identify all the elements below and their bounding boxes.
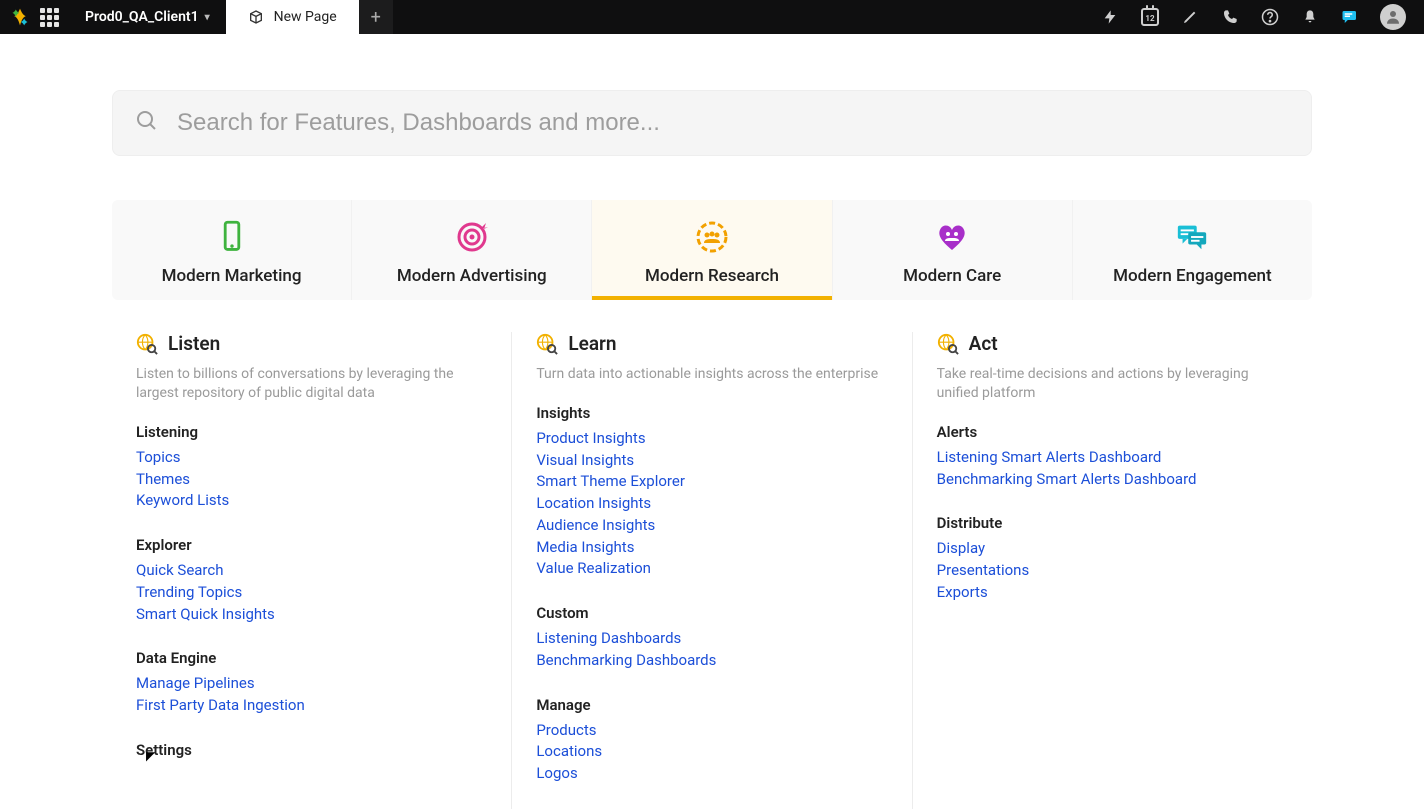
category-label: Modern Care: [903, 266, 1001, 286]
column-desc: Take real-time decisions and actions by …: [937, 365, 1292, 403]
tab-strip: New Page +: [226, 0, 393, 34]
link-exports[interactable]: Exports: [937, 582, 1292, 604]
heart-people-icon: [935, 220, 969, 254]
link-trending-topics[interactable]: Trending Topics: [136, 582, 491, 604]
chevron-down-icon: ▾: [205, 12, 210, 23]
search-icon: [135, 109, 159, 137]
category-label: Modern Engagement: [1113, 266, 1272, 286]
app-launcher-icon[interactable]: [40, 8, 59, 27]
link-presentations[interactable]: Presentations: [937, 560, 1292, 582]
category-label: Modern Research: [645, 266, 779, 286]
help-icon[interactable]: [1260, 7, 1280, 27]
link-audience-insights[interactable]: Audience Insights: [536, 515, 891, 537]
group-data-engine: Data Engine Manage Pipelines First Party…: [136, 649, 491, 717]
tab-modern-engagement[interactable]: Modern Engagement: [1073, 200, 1312, 300]
category-tabs: Modern Marketing Modern Advertising Mode…: [112, 200, 1312, 300]
tab-modern-marketing[interactable]: Modern Marketing: [112, 200, 352, 300]
top-bar: Prod0_QA_Client1 ▾ New Page + 12: [0, 0, 1424, 34]
top-bar-right: 12: [1100, 0, 1424, 34]
tab-modern-research[interactable]: Modern Research: [592, 200, 832, 300]
link-benchmarking-dashboards[interactable]: Benchmarking Dashboards: [536, 650, 891, 672]
column-title: Learn: [568, 332, 616, 355]
tab-modern-advertising[interactable]: Modern Advertising: [352, 200, 592, 300]
link-products[interactable]: Products: [536, 720, 891, 742]
tab-label: New Page: [274, 9, 337, 25]
link-product-insights[interactable]: Product Insights: [536, 428, 891, 450]
group-insights: Insights Product Insights Visual Insight…: [536, 404, 891, 580]
link-first-party-data-ingestion[interactable]: First Party Data Ingestion: [136, 695, 491, 717]
group-title: Alerts: [937, 423, 1292, 441]
group-title: Explorer: [136, 536, 491, 554]
column-title: Listen: [168, 332, 220, 355]
group-alerts: Alerts Listening Smart Alerts Dashboard …: [937, 423, 1292, 491]
search-input[interactable]: [177, 109, 1289, 137]
link-locations[interactable]: Locations: [536, 741, 891, 763]
cursor-icon: ◤: [146, 749, 155, 763]
link-logos[interactable]: Logos: [536, 763, 891, 785]
calendar-icon[interactable]: 12: [1140, 7, 1160, 27]
bell-icon[interactable]: [1300, 7, 1320, 27]
link-themes[interactable]: Themes: [136, 469, 491, 491]
link-topics[interactable]: Topics: [136, 447, 491, 469]
link-value-realization[interactable]: Value Realization: [536, 558, 891, 580]
column-listen: Listen Listen to billions of conversatio…: [112, 332, 511, 809]
link-keyword-lists[interactable]: Keyword Lists: [136, 490, 491, 512]
group-explorer: Explorer Quick Search Trending Topics Sm…: [136, 536, 491, 625]
link-listening-smart-alerts-dashboard[interactable]: Listening Smart Alerts Dashboard: [937, 447, 1292, 469]
link-listening-dashboards[interactable]: Listening Dashboards: [536, 628, 891, 650]
group-listening: Listening Topics Themes Keyword Lists: [136, 423, 491, 512]
top-bar-left: Prod0_QA_Client1 ▾: [0, 0, 226, 34]
group-title: Insights: [536, 404, 891, 422]
target-icon: [455, 220, 489, 254]
link-media-insights[interactable]: Media Insights: [536, 537, 891, 559]
globe-search-icon: [536, 333, 558, 355]
group-distribute: Distribute Display Presentations Exports: [937, 514, 1292, 603]
group-title: Listening: [136, 423, 491, 441]
category-label: Modern Marketing: [162, 266, 302, 286]
group-title: Data Engine: [136, 649, 491, 667]
link-benchmarking-smart-alerts-dashboard[interactable]: Benchmarking Smart Alerts Dashboard: [937, 469, 1292, 491]
group-title: Manage: [536, 696, 891, 714]
group-title: Distribute: [937, 514, 1292, 532]
phone-device-icon: [215, 220, 249, 254]
group-settings: Settings: [136, 741, 491, 759]
link-display[interactable]: Display: [937, 538, 1292, 560]
group-custom: Custom Listening Dashboards Benchmarking…: [536, 604, 891, 672]
phone-icon[interactable]: [1220, 7, 1240, 27]
sprinklr-logo-icon[interactable]: [10, 7, 30, 27]
link-smart-theme-explorer[interactable]: Smart Theme Explorer: [536, 471, 891, 493]
group-title: Settings: [136, 741, 491, 759]
add-tab-button[interactable]: +: [359, 0, 393, 34]
bolt-icon[interactable]: [1100, 7, 1120, 27]
link-visual-insights[interactable]: Visual Insights: [536, 450, 891, 472]
globe-search-icon: [136, 333, 158, 355]
search-box[interactable]: [112, 90, 1312, 156]
column-act: Act Take real-time decisions and actions…: [912, 332, 1312, 809]
search-section: [0, 34, 1424, 156]
link-location-insights[interactable]: Location Insights: [536, 493, 891, 515]
user-avatar[interactable]: [1380, 4, 1406, 30]
client-selector[interactable]: Prod0_QA_Client1 ▾: [69, 9, 226, 25]
chat-bubbles-icon: [1175, 220, 1209, 254]
pencil-icon[interactable]: [1180, 7, 1200, 27]
link-quick-search[interactable]: Quick Search: [136, 560, 491, 582]
link-manage-pipelines[interactable]: Manage Pipelines: [136, 673, 491, 695]
column-desc: Turn data into actionable insights acros…: [536, 365, 891, 384]
category-label: Modern Advertising: [397, 266, 547, 286]
group-manage: Manage Products Locations Logos: [536, 696, 891, 785]
people-circle-icon: [695, 220, 729, 254]
column-learn: Learn Turn data into actionable insights…: [511, 332, 911, 809]
feature-columns: Listen Listen to billions of conversatio…: [112, 332, 1312, 809]
column-desc: Listen to billions of conversations by l…: [136, 365, 491, 403]
chat-icon[interactable]: [1340, 7, 1360, 27]
tab-new-page[interactable]: New Page: [226, 0, 359, 34]
globe-search-icon: [937, 333, 959, 355]
page-icon: [248, 9, 264, 25]
column-title: Act: [969, 332, 998, 355]
link-smart-quick-insights[interactable]: Smart Quick Insights: [136, 604, 491, 626]
client-name-label: Prod0_QA_Client1: [85, 9, 199, 25]
tab-modern-care[interactable]: Modern Care: [833, 200, 1073, 300]
group-title: Custom: [536, 604, 891, 622]
